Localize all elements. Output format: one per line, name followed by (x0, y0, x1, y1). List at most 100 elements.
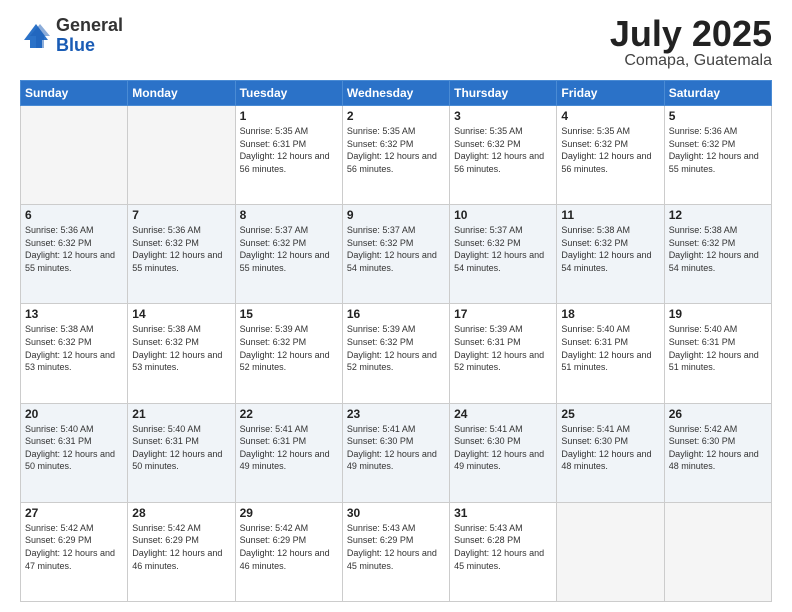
day-number: 15 (240, 307, 338, 321)
day-info: Sunrise: 5:39 AM Sunset: 6:32 PM Dayligh… (240, 323, 338, 373)
col-thursday: Thursday (450, 81, 557, 106)
col-wednesday: Wednesday (342, 81, 449, 106)
day-number: 11 (561, 208, 659, 222)
calendar-cell-5-6 (557, 502, 664, 601)
day-info: Sunrise: 5:35 AM Sunset: 6:32 PM Dayligh… (347, 125, 445, 175)
day-number: 14 (132, 307, 230, 321)
day-info: Sunrise: 5:36 AM Sunset: 6:32 PM Dayligh… (132, 224, 230, 274)
calendar-week-row-1: 1 Sunrise: 5:35 AM Sunset: 6:31 PM Daylig… (21, 106, 772, 205)
day-info: Sunrise: 5:40 AM Sunset: 6:31 PM Dayligh… (561, 323, 659, 373)
day-number: 25 (561, 407, 659, 421)
calendar-cell-4-1: 20 Sunrise: 5:40 AM Sunset: 6:31 PM Dayli… (21, 403, 128, 502)
calendar-cell-1-2 (128, 106, 235, 205)
calendar-cell-4-4: 23 Sunrise: 5:41 AM Sunset: 6:30 PM Dayli… (342, 403, 449, 502)
logo: General Blue (20, 16, 123, 56)
page: General Blue July 2025 Comapa, Guatemala… (0, 0, 792, 612)
day-number: 24 (454, 407, 552, 421)
calendar-week-row-3: 13 Sunrise: 5:38 AM Sunset: 6:32 PM Dayli… (21, 304, 772, 403)
day-number: 31 (454, 506, 552, 520)
day-info: Sunrise: 5:35 AM Sunset: 6:32 PM Dayligh… (454, 125, 552, 175)
day-info: Sunrise: 5:39 AM Sunset: 6:32 PM Dayligh… (347, 323, 445, 373)
day-info: Sunrise: 5:38 AM Sunset: 6:32 PM Dayligh… (25, 323, 123, 373)
day-number: 26 (669, 407, 767, 421)
day-info: Sunrise: 5:41 AM Sunset: 6:31 PM Dayligh… (240, 423, 338, 473)
title-month: July 2025 (610, 16, 772, 52)
day-number: 13 (25, 307, 123, 321)
day-info: Sunrise: 5:42 AM Sunset: 6:29 PM Dayligh… (25, 522, 123, 572)
day-info: Sunrise: 5:42 AM Sunset: 6:30 PM Dayligh… (669, 423, 767, 473)
col-sunday: Sunday (21, 81, 128, 106)
day-info: Sunrise: 5:37 AM Sunset: 6:32 PM Dayligh… (454, 224, 552, 274)
day-info: Sunrise: 5:35 AM Sunset: 6:32 PM Dayligh… (561, 125, 659, 175)
calendar-cell-1-3: 1 Sunrise: 5:35 AM Sunset: 6:31 PM Daylig… (235, 106, 342, 205)
day-info: Sunrise: 5:38 AM Sunset: 6:32 PM Dayligh… (669, 224, 767, 274)
day-info: Sunrise: 5:42 AM Sunset: 6:29 PM Dayligh… (132, 522, 230, 572)
calendar-cell-2-7: 12 Sunrise: 5:38 AM Sunset: 6:32 PM Dayli… (664, 205, 771, 304)
day-number: 7 (132, 208, 230, 222)
calendar-cell-3-5: 17Sunrise: 5:39 AM Sunset: 6:31 PM Dayli… (450, 304, 557, 403)
header: General Blue July 2025 Comapa, Guatemala (20, 16, 772, 70)
day-info: Sunrise: 5:36 AM Sunset: 6:32 PM Dayligh… (669, 125, 767, 175)
calendar-cell-2-6: 11 Sunrise: 5:38 AM Sunset: 6:32 PM Dayli… (557, 205, 664, 304)
calendar-week-row-5: 27Sunrise: 5:42 AM Sunset: 6:29 PM Dayli… (21, 502, 772, 601)
day-number: 16 (347, 307, 445, 321)
calendar-cell-1-5: 3Sunrise: 5:35 AM Sunset: 6:32 PM Daylig… (450, 106, 557, 205)
calendar-cell-2-3: 8Sunrise: 5:37 AM Sunset: 6:32 PM Daylig… (235, 205, 342, 304)
day-info: Sunrise: 5:41 AM Sunset: 6:30 PM Dayligh… (347, 423, 445, 473)
calendar-cell-4-7: 26 Sunrise: 5:42 AM Sunset: 6:30 PM Dayli… (664, 403, 771, 502)
calendar-cell-4-5: 24 Sunrise: 5:41 AM Sunset: 6:30 PM Dayli… (450, 403, 557, 502)
day-number: 1 (240, 109, 338, 123)
calendar-week-row-2: 6 Sunrise: 5:36 AM Sunset: 6:32 PM Daylig… (21, 205, 772, 304)
day-number: 10 (454, 208, 552, 222)
day-number: 9 (347, 208, 445, 222)
day-info: Sunrise: 5:37 AM Sunset: 6:32 PM Dayligh… (347, 224, 445, 274)
calendar-cell-5-1: 27Sunrise: 5:42 AM Sunset: 6:29 PM Dayli… (21, 502, 128, 601)
calendar-cell-2-5: 10 Sunrise: 5:37 AM Sunset: 6:32 PM Dayli… (450, 205, 557, 304)
day-number: 4 (561, 109, 659, 123)
day-info: Sunrise: 5:40 AM Sunset: 6:31 PM Dayligh… (669, 323, 767, 373)
calendar-cell-5-5: 31 Sunrise: 5:43 AM Sunset: 6:28 PM Dayli… (450, 502, 557, 601)
logo-icon (20, 20, 52, 52)
calendar-cell-5-2: 28Sunrise: 5:42 AM Sunset: 6:29 PM Dayli… (128, 502, 235, 601)
calendar-cell-1-6: 4 Sunrise: 5:35 AM Sunset: 6:32 PM Daylig… (557, 106, 664, 205)
calendar-cell-3-6: 18 Sunrise: 5:40 AM Sunset: 6:31 PM Dayli… (557, 304, 664, 403)
calendar-header-row: Sunday Monday Tuesday Wednesday Thursday… (21, 81, 772, 106)
logo-text: General Blue (56, 16, 123, 56)
calendar-cell-4-3: 22Sunrise: 5:41 AM Sunset: 6:31 PM Dayli… (235, 403, 342, 502)
day-number: 12 (669, 208, 767, 222)
logo-blue-text: Blue (56, 36, 123, 56)
calendar-cell-3-2: 14 Sunrise: 5:38 AM Sunset: 6:32 PM Dayli… (128, 304, 235, 403)
calendar-cell-5-3: 29Sunrise: 5:42 AM Sunset: 6:29 PM Dayli… (235, 502, 342, 601)
day-number: 19 (669, 307, 767, 321)
calendar-cell-2-4: 9 Sunrise: 5:37 AM Sunset: 6:32 PM Daylig… (342, 205, 449, 304)
day-number: 23 (347, 407, 445, 421)
calendar-cell-2-2: 7 Sunrise: 5:36 AM Sunset: 6:32 PM Daylig… (128, 205, 235, 304)
calendar-week-row-4: 20 Sunrise: 5:40 AM Sunset: 6:31 PM Dayli… (21, 403, 772, 502)
day-info: Sunrise: 5:41 AM Sunset: 6:30 PM Dayligh… (454, 423, 552, 473)
col-monday: Monday (128, 81, 235, 106)
calendar-cell-3-3: 15 Sunrise: 5:39 AM Sunset: 6:32 PM Dayli… (235, 304, 342, 403)
day-number: 2 (347, 109, 445, 123)
col-tuesday: Tuesday (235, 81, 342, 106)
calendar-cell-5-4: 30Sunrise: 5:43 AM Sunset: 6:29 PM Dayli… (342, 502, 449, 601)
day-number: 30 (347, 506, 445, 520)
day-info: Sunrise: 5:38 AM Sunset: 6:32 PM Dayligh… (561, 224, 659, 274)
calendar-cell-2-1: 6Sunrise: 5:36 AM Sunset: 6:32 PM Daylig… (21, 205, 128, 304)
day-info: Sunrise: 5:43 AM Sunset: 6:28 PM Dayligh… (454, 522, 552, 572)
day-info: Sunrise: 5:38 AM Sunset: 6:32 PM Dayligh… (132, 323, 230, 373)
day-info: Sunrise: 5:41 AM Sunset: 6:30 PM Dayligh… (561, 423, 659, 473)
calendar-cell-1-1 (21, 106, 128, 205)
day-number: 20 (25, 407, 123, 421)
calendar-cell-4-2: 21Sunrise: 5:40 AM Sunset: 6:31 PM Dayli… (128, 403, 235, 502)
day-number: 18 (561, 307, 659, 321)
day-number: 5 (669, 109, 767, 123)
day-number: 6 (25, 208, 123, 222)
day-info: Sunrise: 5:37 AM Sunset: 6:32 PM Dayligh… (240, 224, 338, 274)
day-info: Sunrise: 5:40 AM Sunset: 6:31 PM Dayligh… (132, 423, 230, 473)
day-info: Sunrise: 5:40 AM Sunset: 6:31 PM Dayligh… (25, 423, 123, 473)
logo-general-text: General (56, 16, 123, 36)
day-info: Sunrise: 5:35 AM Sunset: 6:31 PM Dayligh… (240, 125, 338, 175)
calendar-cell-1-4: 2 Sunrise: 5:35 AM Sunset: 6:32 PM Daylig… (342, 106, 449, 205)
col-friday: Friday (557, 81, 664, 106)
calendar-cell-5-7 (664, 502, 771, 601)
